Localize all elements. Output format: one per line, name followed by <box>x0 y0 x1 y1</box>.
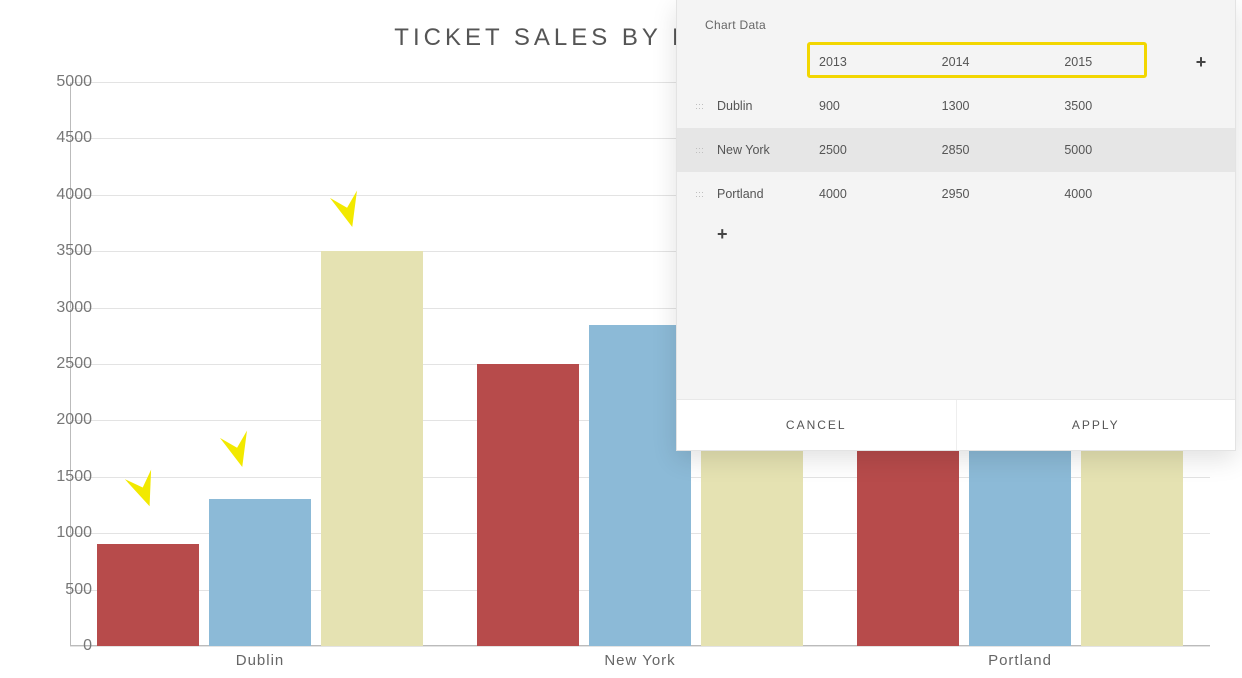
panel-actions: CANCEL APPLY <box>677 399 1235 450</box>
y-axis-tick: 500 <box>32 581 92 599</box>
x-axis-label: Portland <box>988 652 1052 669</box>
y-axis-tick: 3000 <box>32 299 92 317</box>
data-cell[interactable]: 5000 <box>1064 143 1187 157</box>
y-axis-tick: 2500 <box>32 355 92 373</box>
y-axis-tick: 1500 <box>32 468 92 486</box>
row-label[interactable]: New York <box>707 143 819 157</box>
column-header[interactable]: 2014 <box>942 55 1065 69</box>
apply-button[interactable]: APPLY <box>956 400 1236 450</box>
drag-handle-icon[interactable] <box>691 147 707 153</box>
y-axis-tick: 4000 <box>32 186 92 204</box>
bar <box>97 544 199 646</box>
y-axis-tick: 3500 <box>32 242 92 260</box>
data-table: 2013 2014 2015 + Dublin 900 1300 3500 Ne… <box>677 40 1235 259</box>
x-axis-label: Dublin <box>236 652 285 669</box>
table-row: Dublin 900 1300 3500 <box>677 84 1235 128</box>
y-axis-tick: 4500 <box>32 129 92 147</box>
table-row: Portland 4000 2950 4000 <box>677 172 1235 216</box>
data-cell[interactable]: 4000 <box>1064 187 1187 201</box>
cancel-button[interactable]: CANCEL <box>677 400 956 450</box>
drag-handle-icon[interactable] <box>691 103 707 109</box>
data-cell[interactable]: 2950 <box>942 187 1065 201</box>
y-axis-tick: 2000 <box>32 411 92 429</box>
column-header[interactable]: 2013 <box>819 55 942 69</box>
y-axis-tick: 0 <box>32 637 92 655</box>
bar <box>321 251 423 646</box>
data-cell[interactable]: 4000 <box>819 187 942 201</box>
x-axis-label: New York <box>604 652 675 669</box>
bar <box>477 364 579 646</box>
panel-title: Chart Data <box>677 0 1235 40</box>
bar <box>209 499 311 646</box>
table-header-row: 2013 2014 2015 + <box>677 40 1235 84</box>
drag-handle-icon[interactable] <box>691 191 707 197</box>
row-label[interactable]: Dublin <box>707 99 819 113</box>
grid-line <box>70 646 1210 647</box>
add-column-button[interactable]: + <box>1187 52 1215 73</box>
chart-data-panel: Chart Data 2013 2014 2015 + Dublin 900 1… <box>676 0 1236 451</box>
data-cell[interactable]: 3500 <box>1064 99 1187 113</box>
data-cell[interactable]: 2500 <box>819 143 942 157</box>
data-cell[interactable]: 2850 <box>942 143 1065 157</box>
table-row: New York 2500 2850 5000 <box>677 128 1235 172</box>
data-cell[interactable]: 1300 <box>942 99 1065 113</box>
add-row-button[interactable]: + <box>677 216 1235 259</box>
data-cell[interactable]: 900 <box>819 99 942 113</box>
y-axis-tick: 5000 <box>32 73 92 91</box>
row-label[interactable]: Portland <box>707 187 819 201</box>
y-axis-tick: 1000 <box>32 524 92 542</box>
column-header[interactable]: 2015 <box>1064 55 1187 69</box>
